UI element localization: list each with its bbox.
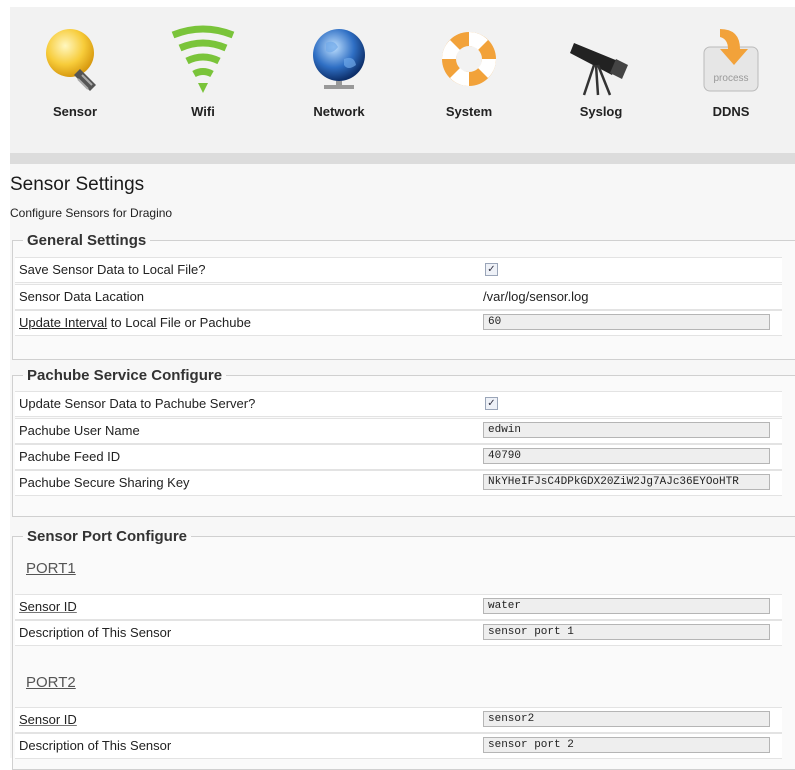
- port1-desc-input[interactable]: [483, 624, 770, 640]
- nav-syslog[interactable]: Syslog: [546, 7, 656, 147]
- pachube-feed-row: Pachube Feed ID: [15, 444, 782, 470]
- update-interval-input[interactable]: [483, 314, 770, 330]
- nav-sensor[interactable]: Sensor: [20, 7, 130, 147]
- pachube-feed-label: Pachube Feed ID: [19, 449, 121, 464]
- pachube-user-row: Pachube User Name: [15, 418, 782, 444]
- nav-label: Sensor: [52, 104, 98, 119]
- port2-id-row: Sensor ID: [15, 707, 782, 733]
- telescope-icon: [570, 43, 628, 96]
- data-location-label: Sensor Data Lacation: [19, 289, 145, 304]
- pachube-key-input[interactable]: [483, 474, 770, 490]
- port1-heading[interactable]: PORT1: [26, 560, 76, 577]
- nav-label: Syslog: [579, 104, 623, 119]
- pachube-update-label: Update Sensor Data to Pachube Server?: [19, 396, 256, 411]
- nav-label: Network: [313, 104, 365, 119]
- nav-ddns[interactable]: process DDNS: [676, 7, 786, 147]
- port2-desc-row: Description of This Sensor: [15, 733, 782, 759]
- port1-desc-row: Description of This Sensor: [15, 620, 782, 646]
- port2-heading[interactable]: PORT2: [26, 674, 76, 691]
- globe-icon: [313, 29, 365, 89]
- port1-desc-label: Description of This Sensor: [19, 625, 172, 640]
- port2-id-label: Sensor ID: [19, 712, 77, 727]
- nav-label: System: [445, 104, 493, 119]
- update-interval-label-rest: to Local File or Pachube: [107, 315, 251, 330]
- page-description: Configure Sensors for Dragino: [10, 206, 173, 220]
- nav-label: DDNS: [712, 104, 750, 119]
- nav-divider: [10, 153, 795, 164]
- nav-network[interactable]: Network: [284, 7, 394, 147]
- port1-id-label: Sensor ID: [19, 599, 77, 614]
- update-interval-label: Update Interval to Local File or Pachube: [19, 315, 251, 330]
- process-arrow-icon: process: [703, 29, 759, 92]
- data-location-row: Sensor Data Lacation /var/log/sensor.log: [15, 284, 782, 310]
- data-location-value: /var/log/sensor.log: [483, 289, 589, 304]
- section-legend: General Settings: [27, 232, 147, 249]
- pachube-key-row: Pachube Secure Sharing Key: [15, 470, 782, 496]
- port2-desc-label: Description of This Sensor: [19, 738, 172, 753]
- page-title: Sensor Settings: [10, 174, 145, 195]
- update-interval-label-underlined: Update Interval: [19, 315, 108, 330]
- wifi-signal-icon: [171, 25, 235, 93]
- lightbulb-icon: [46, 29, 96, 91]
- nav-wifi[interactable]: Wifi: [148, 7, 258, 147]
- pachube-key-label: Pachube Secure Sharing Key: [19, 475, 190, 490]
- pachube-update-row: Update Sensor Data to Pachube Server? ✓: [15, 391, 782, 417]
- port1-id-input[interactable]: [483, 598, 770, 614]
- lifebuoy-icon: [442, 32, 496, 86]
- port2-desc-input[interactable]: [483, 737, 770, 753]
- pachube-user-input[interactable]: [483, 422, 770, 438]
- section-legend: Pachube Service Configure: [27, 367, 223, 384]
- section-legend: Sensor Port Configure: [27, 528, 188, 545]
- update-interval-row: Update Interval to Local File or Pachube: [15, 310, 782, 336]
- port2-id-input[interactable]: [483, 711, 770, 727]
- save-local-row: Save Sensor Data to Local File? ✓: [15, 257, 782, 283]
- top-nav-bar: Sensor Wifi Network System Syslog proces…: [10, 7, 795, 153]
- port1-id-row: Sensor ID: [15, 594, 782, 620]
- pachube-user-label: Pachube User Name: [19, 423, 140, 438]
- nav-system[interactable]: System: [414, 7, 524, 147]
- save-local-checkbox[interactable]: ✓: [485, 263, 498, 276]
- pachube-update-checkbox[interactable]: ✓: [485, 397, 498, 410]
- svg-text:process: process: [713, 73, 748, 84]
- nav-label: Wifi: [191, 104, 215, 119]
- pachube-feed-input[interactable]: [483, 448, 770, 464]
- save-local-label: Save Sensor Data to Local File?: [19, 262, 206, 277]
